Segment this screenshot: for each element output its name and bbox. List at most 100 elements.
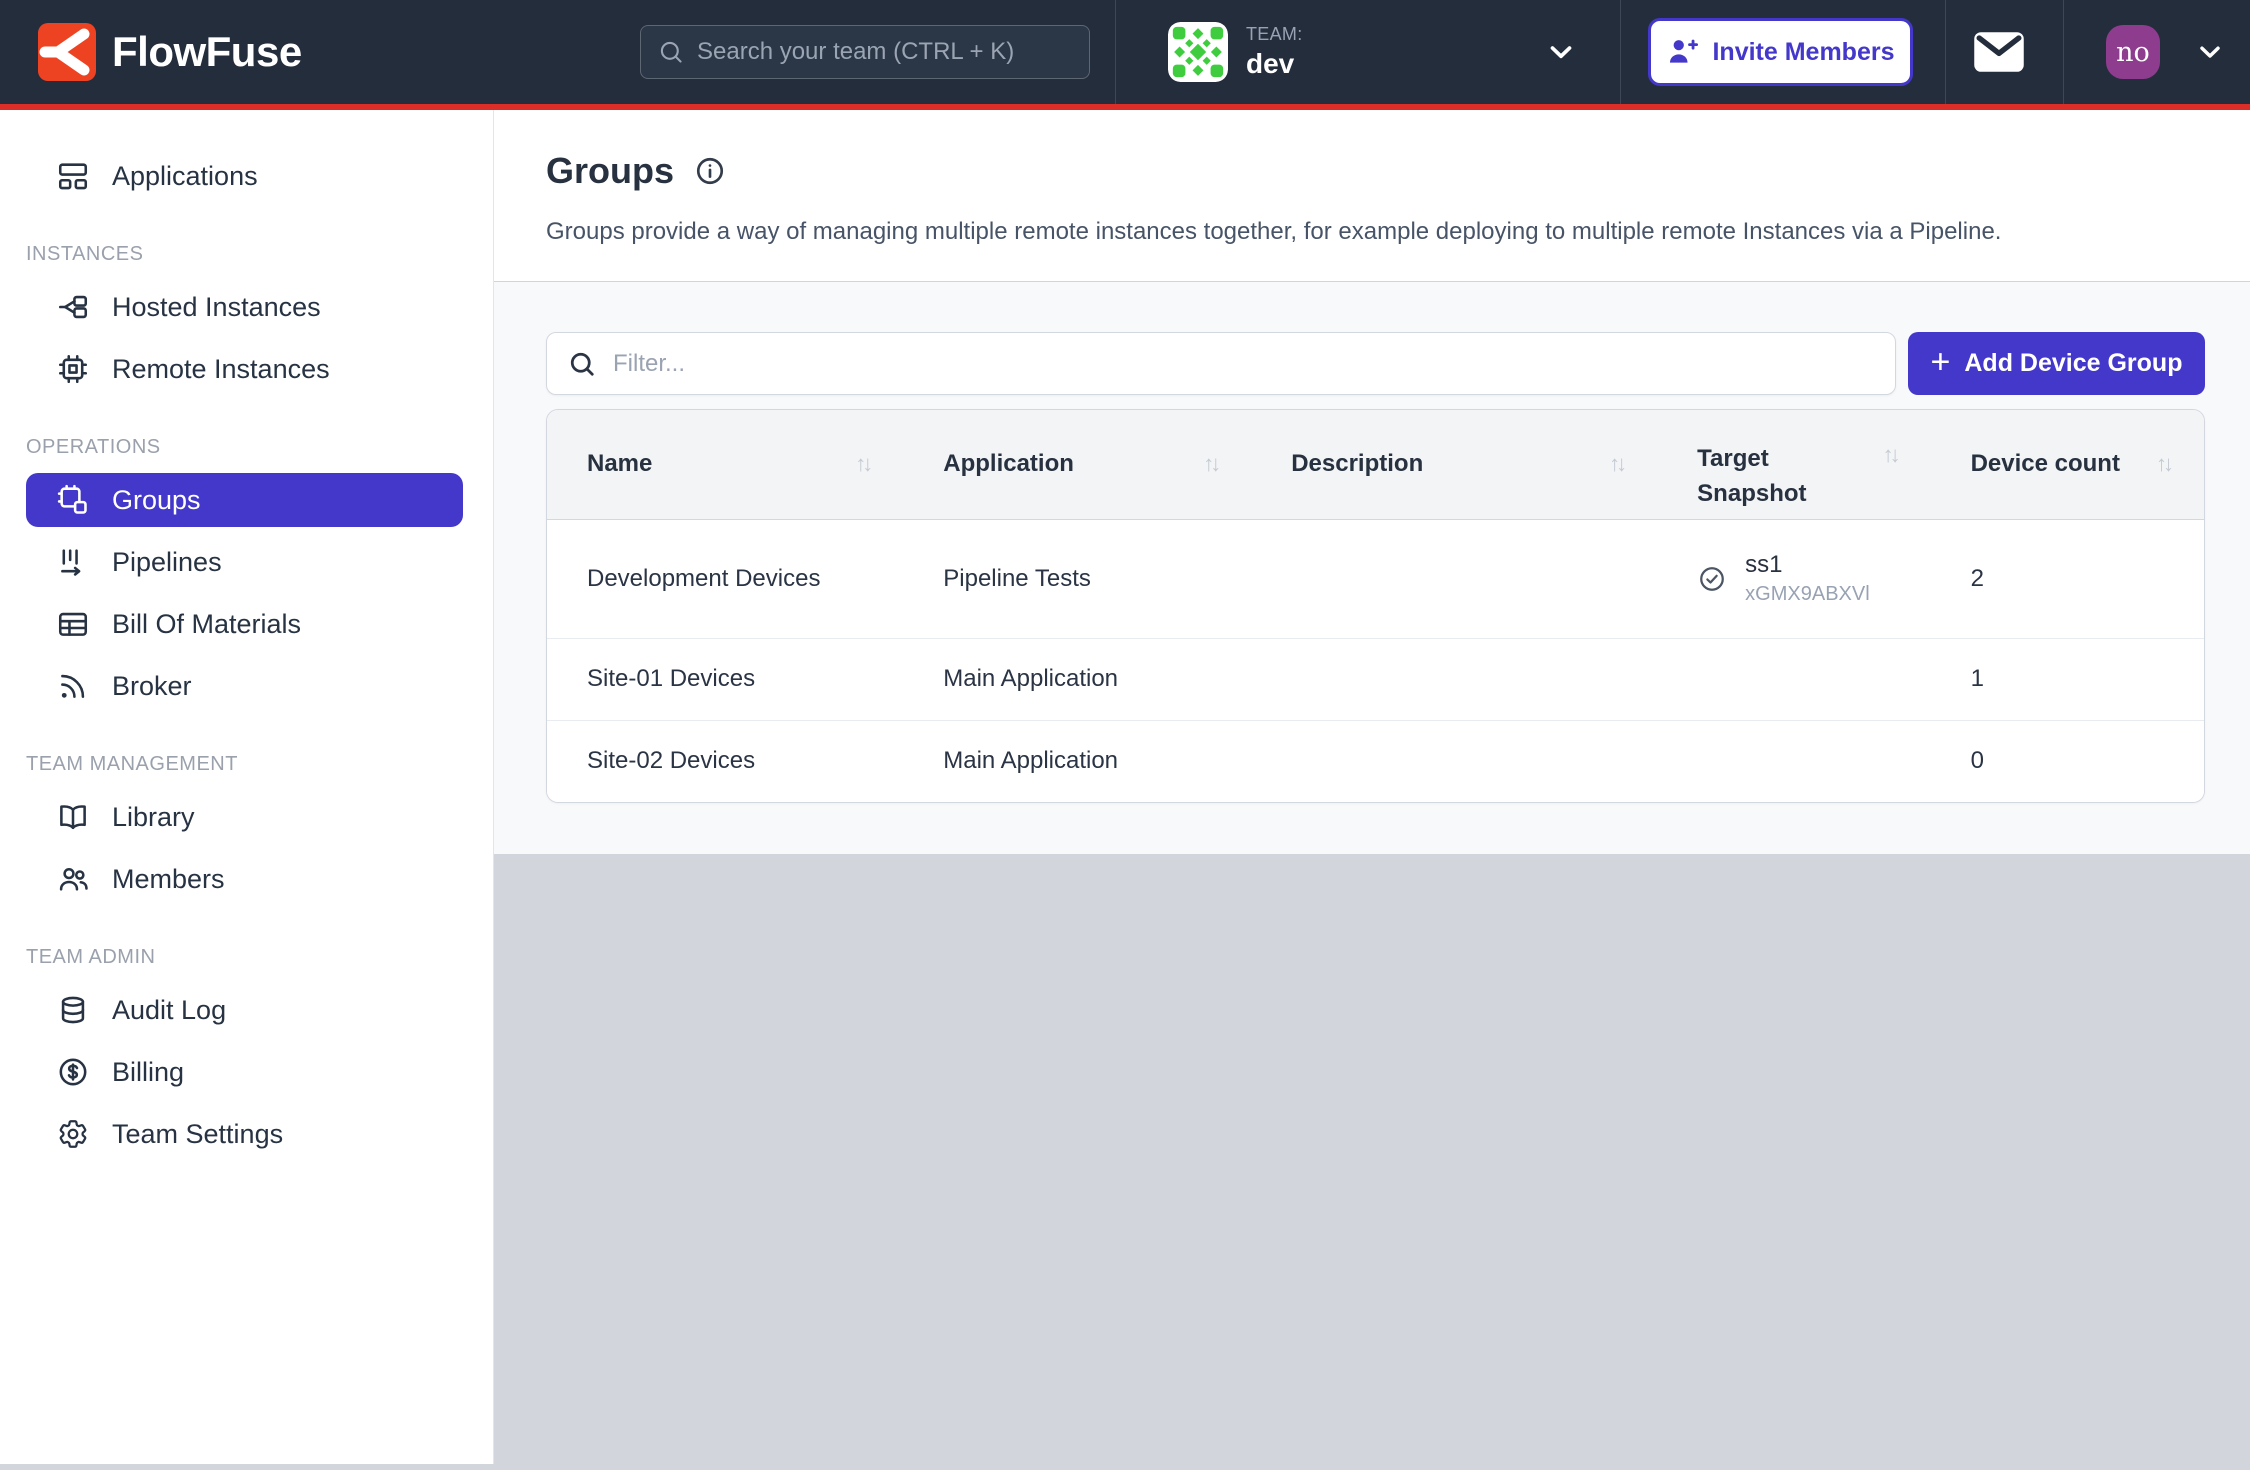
user-menu[interactable]: no: [2106, 0, 2226, 104]
device-group-icon: [56, 483, 90, 517]
team-avatar: [1168, 22, 1228, 82]
add-device-group-label: Add Device Group: [1964, 349, 2182, 378]
billing-icon: [56, 1055, 90, 1089]
sidebar-item-label: Library: [112, 802, 195, 833]
sidebar-section-instances: INSTANCES: [26, 243, 493, 266]
team-search-box: [640, 25, 1090, 79]
cell-target-snapshot: [1657, 638, 1930, 720]
column-header-device-count[interactable]: Device count↑↓: [1931, 410, 2204, 519]
cell-device-count: 0: [1931, 720, 2204, 802]
invite-members-button[interactable]: Invite Members: [1648, 18, 1913, 86]
sidebar-item-broker[interactable]: Broker: [26, 659, 463, 713]
broker-icon: [56, 669, 90, 703]
sidebar-item-label: Hosted Instances: [112, 292, 321, 323]
page-description: Groups provide a way of managing multipl…: [546, 218, 2250, 246]
navbar-divider: [1945, 0, 1946, 104]
sort-icon[interactable]: ↑↓: [855, 451, 869, 477]
empty-background: [494, 854, 2250, 1464]
table-header-row: Name↑↓ Application↑↓ Description↑↓ Targe…: [547, 410, 2204, 519]
sidebar-item-label: Pipelines: [112, 547, 222, 578]
column-header-target-snapshot[interactable]: Target Snapshot↑↓: [1657, 410, 1930, 519]
sidebar-item-pipelines[interactable]: Pipelines: [26, 535, 463, 589]
table-row[interactable]: Development Devices Pipeline Tests: [547, 519, 2204, 638]
sidebar-item-bill-of-materials[interactable]: Bill Of Materials: [26, 597, 463, 651]
cell-target-snapshot: ss1 xGMX9ABXVl: [1657, 519, 1930, 638]
sidebar-item-label: Groups: [112, 485, 201, 516]
logo-text: FlowFuse: [112, 28, 302, 76]
cell-application: Pipeline Tests: [903, 519, 1251, 638]
filter-box: [546, 332, 1896, 395]
groups-table: Name↑↓ Application↑↓ Description↑↓ Targe…: [547, 410, 2204, 802]
sort-icon[interactable]: ↑↓: [1203, 451, 1217, 477]
cell-device-count: 1: [1931, 638, 2204, 720]
column-header-application[interactable]: Application↑↓: [903, 410, 1251, 519]
navbar-divider: [1115, 0, 1116, 104]
table-row[interactable]: Site-02 Devices Main Application 0: [547, 720, 2204, 802]
sidebar-item-audit-log[interactable]: Audit Log: [26, 983, 463, 1037]
team-meta: TEAM: dev: [1246, 24, 1526, 80]
notifications-button[interactable]: [1972, 29, 2032, 75]
members-icon: [56, 862, 90, 896]
team-selector[interactable]: TEAM: dev: [1140, 0, 1620, 104]
cell-target-snapshot: [1657, 720, 1930, 802]
cell-description: [1251, 519, 1657, 638]
info-icon[interactable]: [694, 155, 726, 187]
page-header: Groups Groups provide a way of managing …: [494, 110, 2250, 282]
snapshot-name: ss1: [1745, 551, 1869, 579]
pipelines-icon: [56, 545, 90, 579]
search-icon: [567, 349, 597, 379]
sidebar-item-hosted-instances[interactable]: Hosted Instances: [26, 280, 463, 334]
hosted-instances-icon: [56, 290, 90, 324]
plus-icon: +: [1931, 345, 1951, 379]
sidebar-item-label: Bill Of Materials: [112, 609, 301, 640]
sort-icon[interactable]: ↑↓: [1883, 442, 1897, 468]
navbar-divider: [2063, 0, 2064, 104]
navbar-divider: [1620, 0, 1621, 104]
library-icon: [56, 800, 90, 834]
team-label: TEAM:: [1246, 24, 1526, 45]
sidebar-item-applications[interactable]: Applications: [26, 149, 463, 203]
sidebar-item-members[interactable]: Members: [26, 852, 463, 906]
sidebar-item-remote-instances[interactable]: Remote Instances: [26, 342, 463, 396]
cell-name: Site-01 Devices: [547, 638, 903, 720]
sidebar-item-groups[interactable]: Groups: [26, 473, 463, 527]
sidebar-item-label: Team Settings: [112, 1119, 283, 1150]
chevron-down-icon: [2194, 36, 2226, 68]
cell-application: Main Application: [903, 720, 1251, 802]
page-title: Groups: [546, 150, 674, 192]
team-settings-icon: [56, 1117, 90, 1151]
team-search-input[interactable]: [697, 38, 1073, 66]
sidebar-item-label: Billing: [112, 1057, 184, 1088]
sidebar-section-operations: OPERATIONS: [26, 436, 493, 459]
sidebar-item-library[interactable]: Library: [26, 790, 463, 844]
search-icon: [657, 38, 685, 66]
cell-description: [1251, 638, 1657, 720]
applications-icon: [56, 159, 90, 193]
remote-instances-icon: [56, 352, 90, 386]
user-add-icon: [1666, 35, 1700, 69]
flowfuse-logo[interactable]: FlowFuse: [38, 23, 302, 81]
sidebar-item-label: Broker: [112, 671, 192, 702]
cell-application: Main Application: [903, 638, 1251, 720]
flowfuse-app: FlowFuse: [0, 0, 2250, 1470]
main-content: Groups Groups provide a way of managing …: [494, 110, 2250, 1464]
cell-name: Site-02 Devices: [547, 720, 903, 802]
sort-icon[interactable]: ↑↓: [1609, 451, 1623, 477]
audit-log-icon: [56, 993, 90, 1027]
add-device-group-button[interactable]: + Add Device Group: [1908, 332, 2205, 395]
sidebar-section-team-management: TEAM MANAGEMENT: [26, 753, 493, 776]
flowfuse-logo-icon: [38, 23, 96, 81]
sidebar-item-billing[interactable]: Billing: [26, 1045, 463, 1099]
column-header-description[interactable]: Description↑↓: [1251, 410, 1657, 519]
groups-panel: + Add Device Group Name↑↓: [494, 282, 2250, 854]
column-header-name[interactable]: Name↑↓: [547, 410, 903, 519]
filter-input[interactable]: [613, 350, 1875, 378]
invite-members-label: Invite Members: [1712, 38, 1894, 67]
sort-icon[interactable]: ↑↓: [2156, 451, 2170, 477]
sidebar-item-team-settings[interactable]: Team Settings: [26, 1107, 463, 1161]
groups-toolbar: + Add Device Group: [546, 332, 2205, 395]
table-row[interactable]: Site-01 Devices Main Application 1: [547, 638, 2204, 720]
cell-device-count: 2: [1931, 519, 2204, 638]
envelope-icon: [1972, 29, 2026, 75]
sidebar-item-label: Members: [112, 864, 225, 895]
